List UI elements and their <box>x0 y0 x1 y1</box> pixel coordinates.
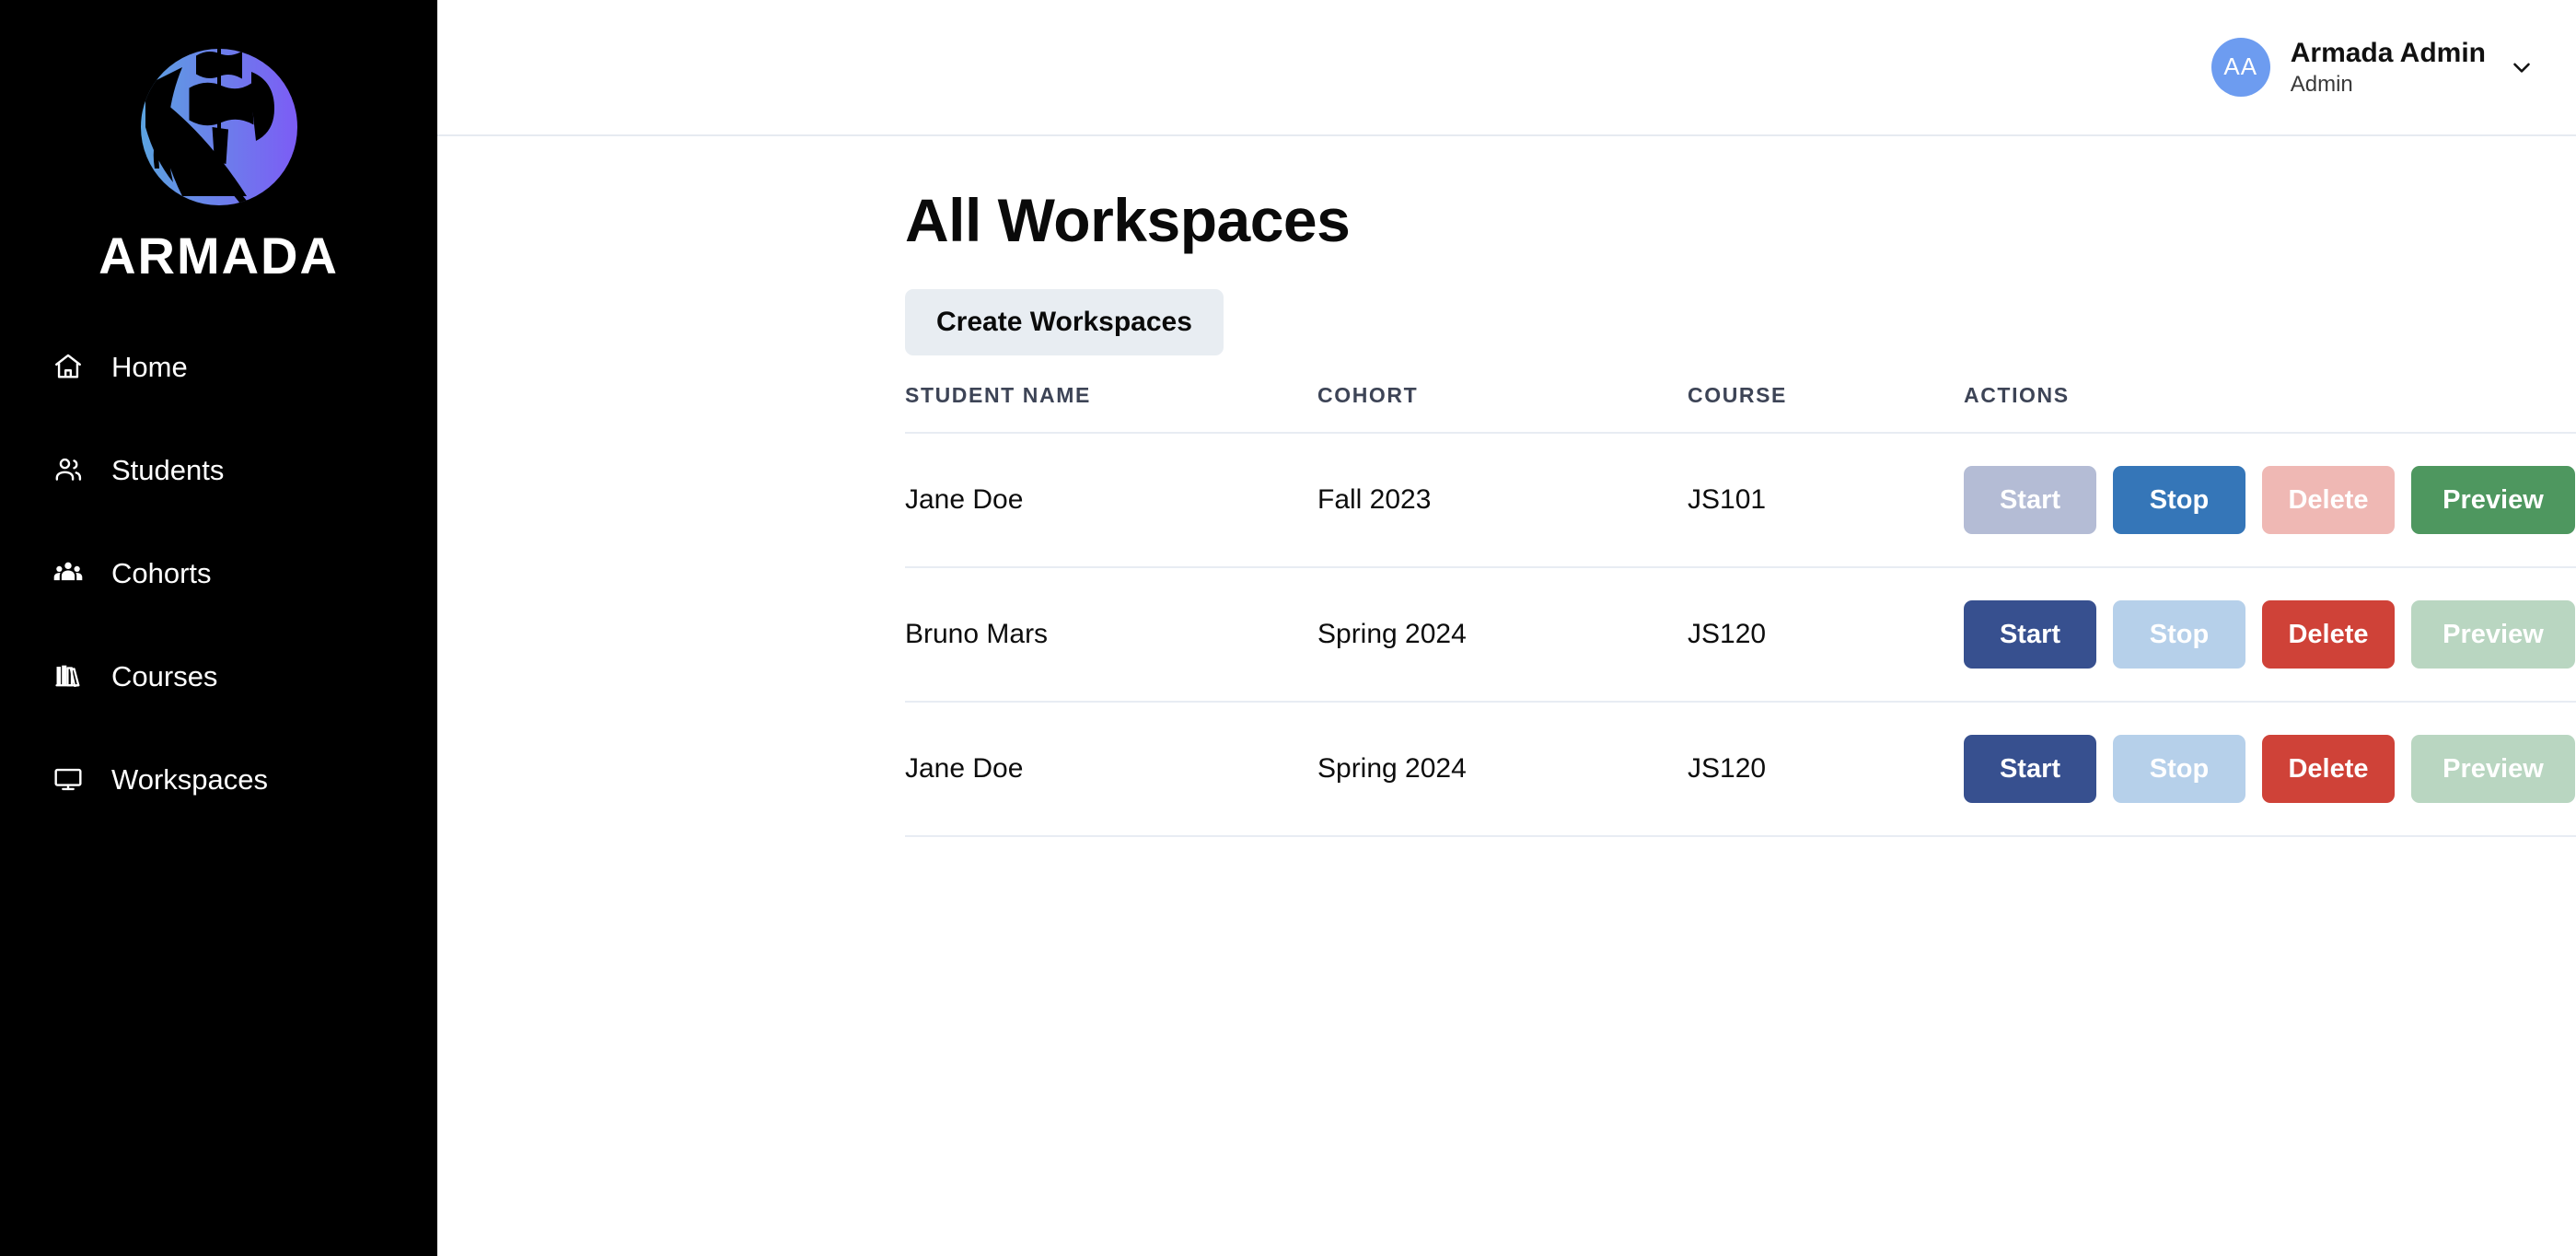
group-icon <box>51 555 86 590</box>
create-workspaces-button[interactable]: Create Workspaces <box>905 289 1224 355</box>
sidebar-item-label: Courses <box>111 659 218 692</box>
column-header-course: COURSE <box>1688 383 1788 407</box>
sidebar-item-workspaces[interactable]: Workspaces <box>0 727 437 831</box>
cell-student-name: Jane Doe <box>905 701 1317 837</box>
sidebar-item-label: Cohorts <box>111 556 212 589</box>
cell-student-name: Bruno Mars <box>905 566 1317 702</box>
preview-button: Preview <box>2411 735 2575 803</box>
delete-button[interactable]: Delete <box>2262 600 2395 669</box>
row-actions: Start Stop Delete Preview <box>1964 466 2576 534</box>
avatar: AA <box>2210 37 2270 97</box>
table-header-row: STUDENT NAME COHORT COURSE ACTIONS <box>905 383 2576 433</box>
delete-button: Delete <box>2262 466 2395 534</box>
main-area: AA Armada Admin Admin All Workspaces Cre… <box>437 0 2576 1256</box>
content: All Workspaces Create Workspaces STUDENT… <box>437 136 2576 837</box>
table-head: STUDENT NAME COHORT COURSE ACTIONS <box>905 383 2576 433</box>
delete-button[interactable]: Delete <box>2262 735 2395 803</box>
preview-button: Preview <box>2411 600 2575 669</box>
cell-actions: Start Stop Delete Preview <box>1964 566 2576 702</box>
row-actions: Start Stop Delete Preview <box>1964 600 2576 669</box>
sidebar-item-students[interactable]: Students <box>0 418 437 521</box>
user-text: Armada Admin Admin <box>2291 37 2486 98</box>
armada-ship-logo-icon <box>104 17 334 247</box>
cell-actions: Start Stop Delete Preview <box>1964 701 2576 837</box>
preview-button[interactable]: Preview <box>2411 466 2575 534</box>
cell-cohort: Spring 2024 <box>1317 566 1688 702</box>
topbar: AA Armada Admin Admin <box>437 0 2576 136</box>
sidebar-item-label: Home <box>111 350 188 383</box>
home-icon <box>51 349 86 384</box>
page-title: All Workspaces <box>905 186 1351 254</box>
sidebar-nav: Home Students Cohorts Courses Workspaces <box>0 315 437 831</box>
start-button: Start <box>1964 466 2096 534</box>
users-icon <box>51 452 86 487</box>
column-header-cohort: COHORT <box>1317 383 1419 407</box>
books-icon <box>51 658 86 693</box>
user-name: Armada Admin <box>2290 38 2486 69</box>
table-row: Jane Doe Fall 2023 JS101 Start Stop Dele… <box>905 432 2576 567</box>
user-menu[interactable]: AA Armada Admin Admin <box>2210 37 2537 98</box>
table-row: Bruno Mars Spring 2024 JS120 Start Stop … <box>905 566 2576 702</box>
column-header-actions: ACTIONS <box>1964 383 2070 407</box>
stop-button: Stop <box>2113 600 2245 669</box>
app-root: ARMADA Home Students Cohorts Courses Wor… <box>0 0 2576 1256</box>
cell-cohort: Spring 2024 <box>1317 701 1688 837</box>
table-row: Jane Doe Spring 2024 JS120 Start Stop De… <box>905 701 2576 837</box>
stop-button[interactable]: Stop <box>2113 466 2245 534</box>
sidebar-item-home[interactable]: Home <box>0 315 437 418</box>
sidebar-item-courses[interactable]: Courses <box>0 624 437 727</box>
cell-course: JS101 <box>1688 432 1964 567</box>
cell-actions: Start Stop Delete Preview <box>1964 432 2576 567</box>
user-role: Admin <box>2290 71 2353 97</box>
sidebar-item-label: Students <box>111 453 225 486</box>
cell-cohort: Fall 2023 <box>1317 432 1688 567</box>
row-actions: Start Stop Delete Preview <box>1964 735 2576 803</box>
cell-student-name: Jane Doe <box>905 432 1317 567</box>
table-body: Jane Doe Fall 2023 JS101 Start Stop Dele… <box>905 432 2576 837</box>
workspaces-table: STUDENT NAME COHORT COURSE ACTIONS Jane … <box>905 383 2576 837</box>
column-header-student-name: STUDENT NAME <box>905 383 1091 407</box>
start-button[interactable]: Start <box>1964 735 2096 803</box>
cell-course: JS120 <box>1688 701 1964 837</box>
sidebar-item-cohorts[interactable]: Cohorts <box>0 521 437 624</box>
chevron-down-icon[interactable] <box>2506 52 2537 83</box>
workspaces-table-wrap: STUDENT NAME COHORT COURSE ACTIONS Jane … <box>905 383 2576 837</box>
monitor-icon <box>51 762 86 797</box>
start-button[interactable]: Start <box>1964 600 2096 669</box>
brand: ARMADA <box>0 17 437 315</box>
sidebar: ARMADA Home Students Cohorts Courses Wor… <box>0 0 437 1256</box>
stop-button: Stop <box>2113 735 2245 803</box>
sidebar-item-label: Workspaces <box>111 762 268 796</box>
cell-course: JS120 <box>1688 566 1964 702</box>
